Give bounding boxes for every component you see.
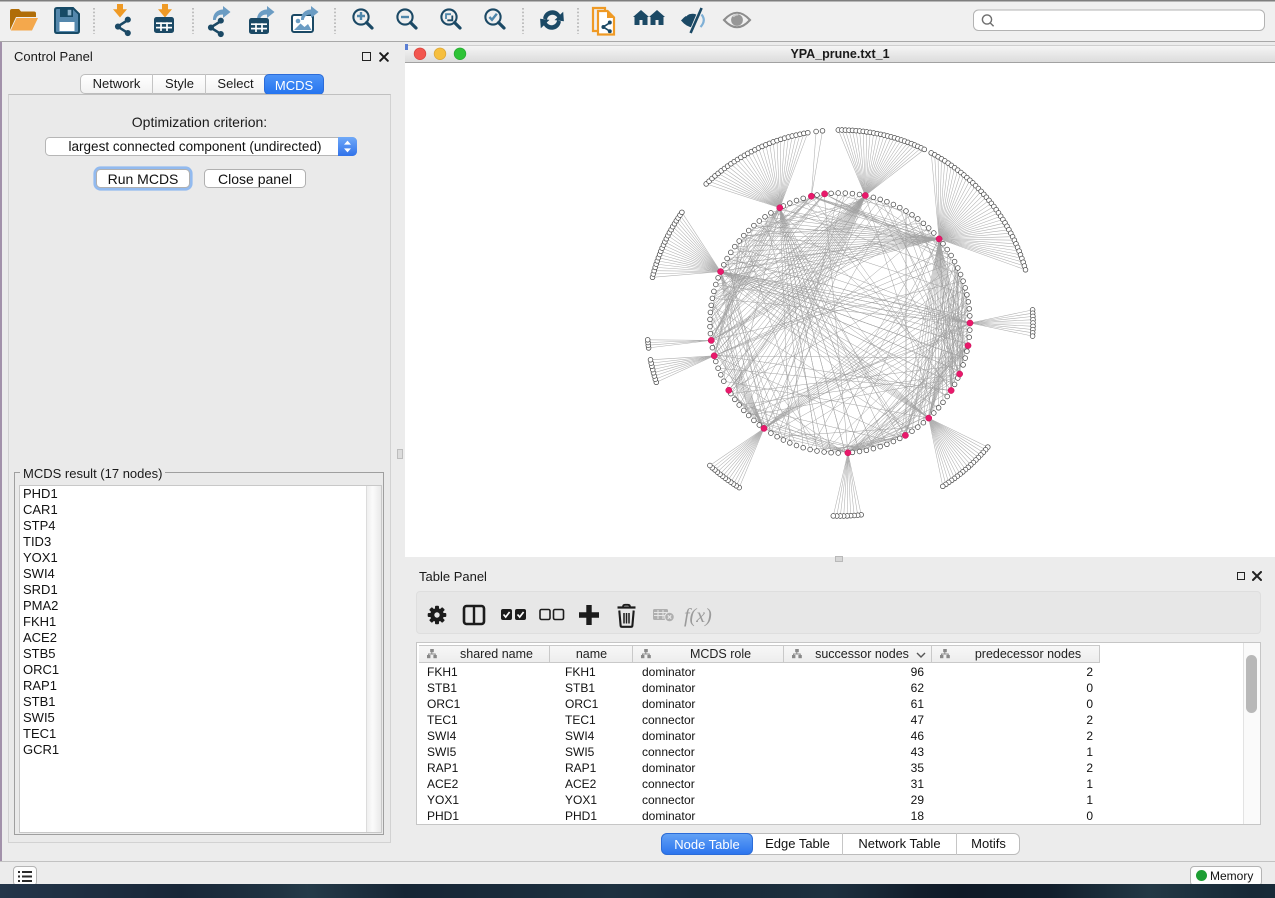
svg-text:f(x): f(x): [684, 605, 712, 627]
